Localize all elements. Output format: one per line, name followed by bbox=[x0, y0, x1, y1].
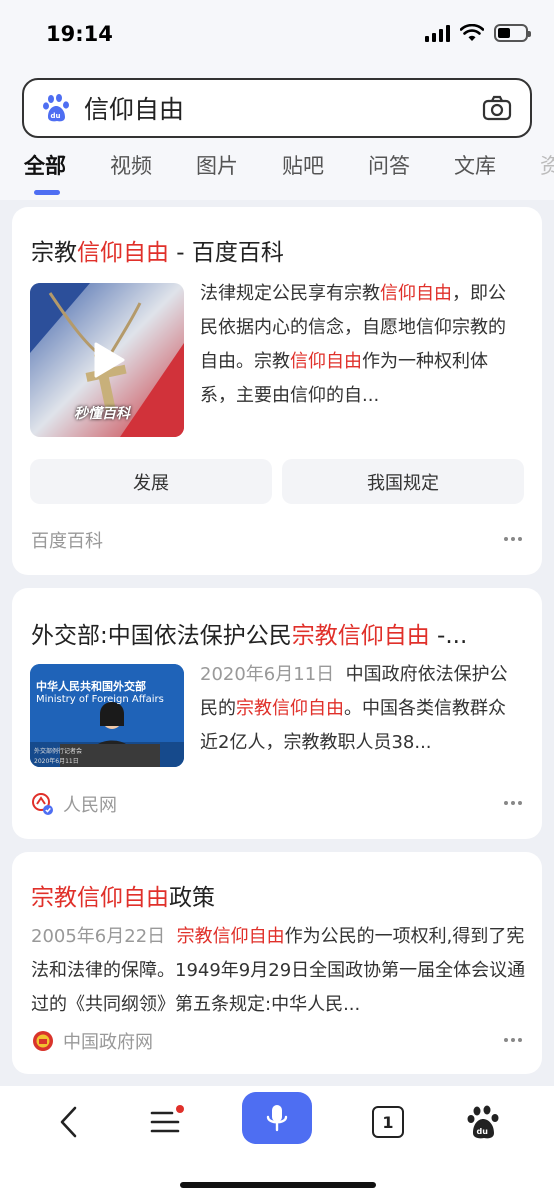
voice-search-button[interactable] bbox=[242, 1092, 312, 1144]
desc-highlight: 信仰自由 bbox=[290, 351, 362, 372]
title-highlight: 信仰自由 bbox=[77, 240, 169, 266]
chip-label: 发展 bbox=[133, 472, 169, 494]
result-source[interactable]: 人民网 bbox=[31, 791, 117, 817]
result-description: 2005年6月22日 宗教信仰自由作为公民的一项权利,得到了宪法和法律的保障。1… bbox=[31, 920, 527, 1024]
tab-label: 资 bbox=[540, 154, 554, 178]
thumbnail-subtitle: Ministry of Foreign Affairs bbox=[36, 694, 164, 705]
source-name: 百度百科 bbox=[31, 531, 103, 552]
status-bar: 19:14 bbox=[0, 0, 554, 70]
tab-bar: 全部 视频 图片 贴吧 问答 文库 资 bbox=[24, 150, 554, 195]
baidu-logo-icon: du bbox=[43, 94, 69, 122]
tab-label: 图片 bbox=[196, 154, 238, 178]
tab-qa[interactable]: 问答 bbox=[368, 150, 454, 180]
gov-emblem-icon bbox=[33, 1031, 53, 1051]
result-date: 2020年6月11日 bbox=[200, 664, 335, 685]
signal-icon bbox=[425, 24, 450, 42]
video-thumbnail[interactable]: 秒懂百科 bbox=[30, 283, 184, 437]
more-icon[interactable] bbox=[504, 1038, 522, 1042]
chip-development[interactable]: 发展 bbox=[30, 459, 272, 504]
tab-images[interactable]: 图片 bbox=[196, 150, 282, 180]
result-title[interactable]: 宗教信仰自由 - 百度百科 bbox=[31, 233, 521, 267]
tab-more[interactable]: 资 bbox=[540, 150, 554, 180]
camera-icon[interactable] bbox=[482, 95, 512, 121]
back-icon[interactable] bbox=[52, 1104, 88, 1140]
tabs-button[interactable]: 1 bbox=[372, 1106, 404, 1138]
title-text: 外交部:中国依法保护公民 bbox=[31, 623, 292, 649]
title-highlight: 宗教信仰自由 bbox=[291, 623, 430, 649]
tab-label: 视频 bbox=[110, 154, 152, 178]
active-tab-indicator bbox=[34, 190, 60, 195]
title-text: 宗教 bbox=[31, 240, 77, 266]
result-card[interactable]: 宗教信仰自由政策 2005年6月22日 宗教信仰自由作为公民的一项权利,得到了宪… bbox=[12, 852, 542, 1074]
more-icon[interactable] bbox=[504, 801, 522, 805]
thumbnail-caption: 秒懂百科 bbox=[74, 406, 130, 422]
source-name: 人民网 bbox=[63, 795, 117, 816]
desc-text: 法律规定公民享有宗教 bbox=[200, 283, 380, 304]
result-title[interactable]: 宗教信仰自由政策 bbox=[31, 878, 521, 912]
thumbnail-title: 中华人民共和国外交部 bbox=[36, 680, 146, 693]
people-daily-icon bbox=[32, 793, 53, 815]
thumbnail-small-text: 2020年6月11日 bbox=[34, 758, 79, 765]
result-title[interactable]: 外交部:中国依法保护公民宗教信仰自由 -... bbox=[31, 616, 531, 650]
news-thumbnail[interactable]: 中华人民共和国外交部 Ministry of Foreign Affairs 外… bbox=[30, 664, 184, 767]
tab-label: 文库 bbox=[454, 154, 496, 178]
chip-label: 我国规定 bbox=[367, 472, 439, 494]
microphone-icon bbox=[266, 1105, 288, 1132]
svg-text:du: du bbox=[477, 1127, 489, 1136]
title-highlight: 宗教信仰自由 bbox=[31, 885, 169, 911]
result-description: 法律规定公民享有宗教信仰自由，即公民依据内心的信念，自愿地信仰宗教的自由。宗教信… bbox=[200, 277, 506, 413]
menu-icon[interactable] bbox=[148, 1104, 184, 1140]
status-time: 19:14 bbox=[46, 22, 113, 46]
thumbnail-small-text: 外交部例行记者会 bbox=[34, 748, 83, 755]
result-source[interactable]: 百度百科 bbox=[31, 527, 103, 553]
title-text: -... bbox=[429, 623, 468, 649]
search-input[interactable]: 信仰自由 bbox=[84, 90, 482, 126]
wifi-icon bbox=[460, 24, 484, 41]
desc-highlight: 宗教信仰自由 bbox=[236, 698, 344, 719]
svg-text:du: du bbox=[51, 112, 61, 120]
chip-china-regulations[interactable]: 我国规定 bbox=[282, 459, 524, 504]
tab-all[interactable]: 全部 bbox=[24, 150, 110, 195]
tab-count: 1 bbox=[382, 1112, 394, 1132]
source-name: 中国政府网 bbox=[63, 1032, 153, 1053]
search-box[interactable]: du 信仰自由 bbox=[22, 78, 532, 138]
battery-icon bbox=[494, 24, 531, 42]
home-indicator bbox=[180, 1182, 376, 1188]
desc-highlight: 信仰自由 bbox=[380, 283, 452, 304]
result-date: 2005年6月22日 bbox=[31, 926, 166, 947]
title-text: - 百度百科 bbox=[169, 240, 284, 266]
baidu-home-icon[interactable]: du bbox=[466, 1104, 502, 1140]
result-source[interactable]: 中国政府网 bbox=[31, 1028, 153, 1054]
search-header: du 信仰自由 全部 视频 图片 贴吧 问答 文库 资 bbox=[0, 70, 554, 200]
result-card[interactable]: 外交部:中国依法保护公民宗教信仰自由 -... 中华人民共和国外交部 Minis… bbox=[12, 588, 542, 839]
title-text: 政策 bbox=[169, 885, 215, 911]
tab-label: 贴吧 bbox=[282, 154, 324, 178]
result-card[interactable]: 宗教信仰自由 - 百度百科 秒懂百科 法律规定公民享有宗教信仰自由，即公民依据内… bbox=[12, 207, 542, 575]
desc-highlight: 宗教信仰自由 bbox=[176, 926, 285, 947]
tab-label: 问答 bbox=[368, 154, 410, 178]
result-description: 2020年6月11日 中国政府依法保护公民的宗教信仰自由。中国各类信教群众近2亿… bbox=[200, 658, 520, 762]
tab-video[interactable]: 视频 bbox=[110, 150, 196, 180]
more-icon[interactable] bbox=[504, 537, 522, 541]
tab-wenku[interactable]: 文库 bbox=[454, 150, 540, 180]
status-icons bbox=[425, 24, 531, 42]
tab-label: 全部 bbox=[24, 154, 66, 178]
bottom-nav: 1 du bbox=[0, 1086, 554, 1200]
tab-tieba[interactable]: 贴吧 bbox=[282, 150, 368, 180]
play-icon[interactable] bbox=[92, 341, 126, 379]
